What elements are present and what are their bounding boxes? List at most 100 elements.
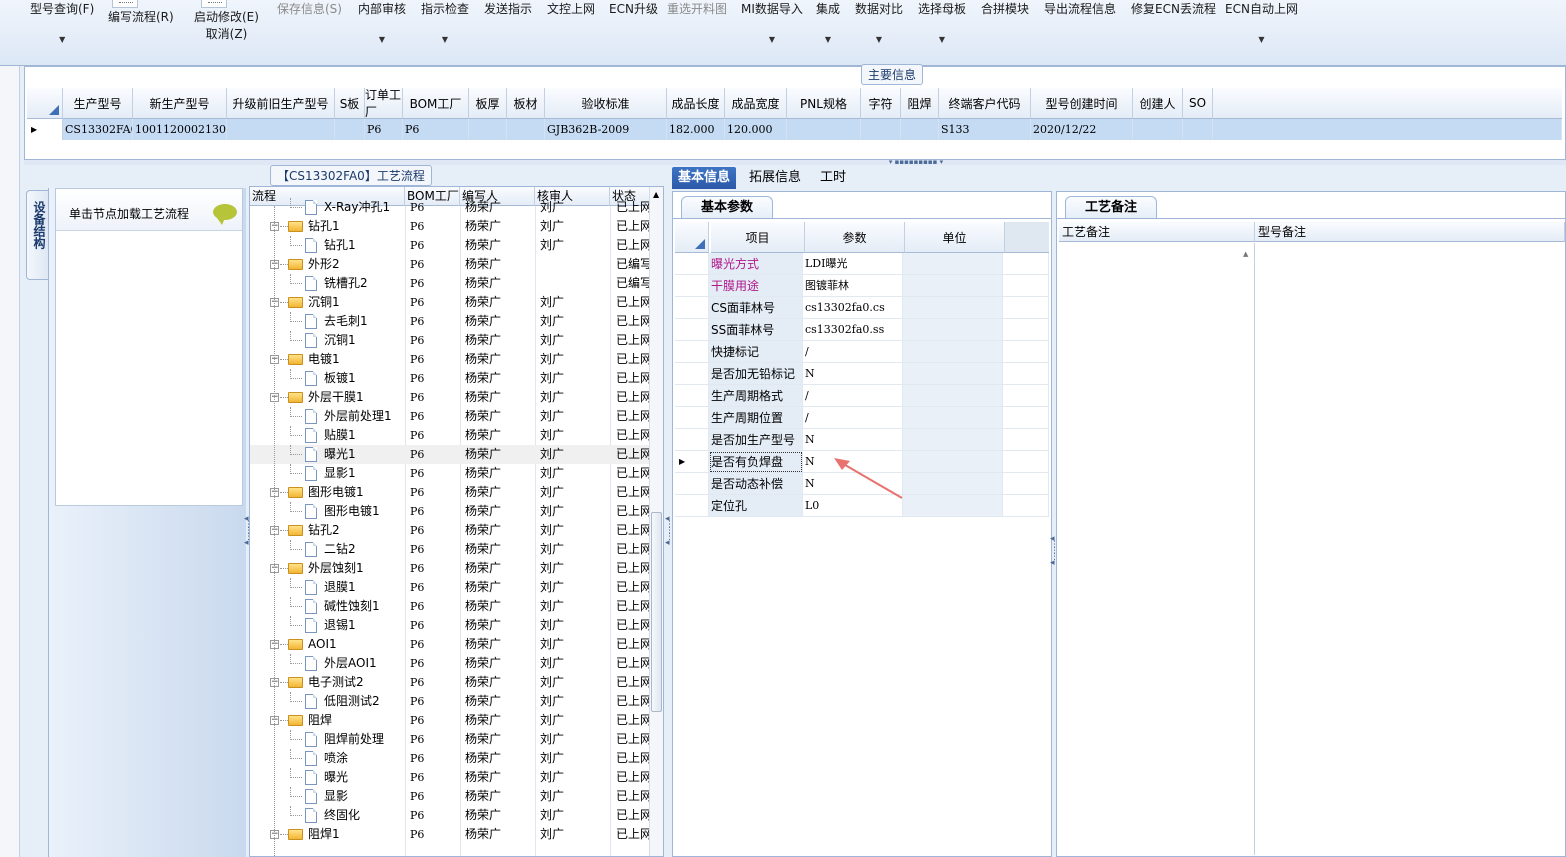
tree-row[interactable]: − 阻焊 P6 杨荣广 刘广 已上网 bbox=[250, 711, 650, 730]
process-remark-header[interactable]: 工艺备注 bbox=[1059, 222, 1255, 242]
param-value-cell[interactable]: N bbox=[803, 363, 903, 385]
tree-row[interactable]: − 电子测试2 P6 杨荣广 刘广 已上网 bbox=[250, 673, 650, 692]
tree-row[interactable]: 图形电镀1 P6 杨荣广 刘广 已上网 bbox=[250, 502, 650, 521]
toolbar-button-16[interactable]: 修复ECN丢流程 bbox=[1131, 0, 1216, 17]
tree-row[interactable]: − 外层干膜1 P6 杨荣广 刘广 已上网 bbox=[250, 388, 650, 407]
toolbar-button-7[interactable]: 文控上网 bbox=[547, 0, 595, 17]
toolbar-button-3[interactable]: 保存信息(S) bbox=[277, 0, 342, 17]
toolbar-button-14[interactable]: 合拼模块 bbox=[981, 0, 1029, 17]
main-info-cell-1[interactable]: 10011200021306 bbox=[133, 119, 227, 140]
param-unit-cell[interactable] bbox=[903, 385, 1003, 407]
toolbar-button-9[interactable]: 重选开料图 bbox=[667, 0, 727, 17]
device-structure-tab[interactable]: 设备结构 bbox=[26, 190, 48, 280]
toolbar-button-15[interactable]: 导出流程信息 bbox=[1044, 0, 1116, 17]
process-remark-input[interactable] bbox=[1059, 243, 1255, 855]
tree-row[interactable]: − 钻孔2 P6 杨荣广 刘广 已上网 bbox=[250, 521, 650, 540]
toolbar-button-0[interactable]: 型号查询(F) ▼ bbox=[30, 0, 94, 45]
param-unit-cell[interactable] bbox=[903, 473, 1003, 495]
param-unit-cell[interactable] bbox=[903, 451, 1003, 473]
tree-row[interactable]: 铣槽孔2 P6 杨荣广 已编写 bbox=[250, 274, 650, 293]
toolbar-button-1[interactable]: 编写流程(R) bbox=[108, 8, 174, 25]
tree-row[interactable]: 显影 P6 杨荣广 刘广 已上网 bbox=[250, 787, 650, 806]
toolbar-button-4[interactable]: 内部审核 ▼ bbox=[358, 0, 406, 45]
column-header-9[interactable]: 成品长度 bbox=[667, 88, 725, 119]
chevron-down-icon[interactable]: ▼ bbox=[816, 35, 840, 45]
main-info-cell-5[interactable]: P6 bbox=[403, 119, 469, 140]
main-info-cell-6[interactable] bbox=[469, 119, 507, 140]
column-header-14[interactable]: 终端客户代码 bbox=[939, 88, 1031, 119]
param-unit-cell[interactable] bbox=[903, 407, 1003, 429]
tree-row[interactable]: 阻焊前处理 P6 杨荣广 刘广 已上网 bbox=[250, 730, 650, 749]
param-row[interactable]: 是否加生产型号 N bbox=[675, 429, 1050, 451]
param-value-cell[interactable]: LDI曝光 bbox=[803, 253, 903, 275]
param-unit-cell[interactable] bbox=[903, 429, 1003, 451]
main-info-cell-8[interactable]: GJB362B-2009 bbox=[545, 119, 667, 140]
tree-row[interactable]: 去毛刺1 P6 杨荣广 刘广 已上网 bbox=[250, 312, 650, 331]
param-row[interactable]: 是否加无铅标记 N bbox=[675, 363, 1050, 385]
column-header-12[interactable]: 字符 bbox=[861, 88, 901, 119]
tree-row[interactable]: 低阻测试2 P6 杨荣广 刘广 已上网 bbox=[250, 692, 650, 711]
main-info-cell-11[interactable] bbox=[787, 119, 861, 140]
column-header-5[interactable]: BOM工厂 bbox=[403, 88, 469, 119]
param-row[interactable]: 生产周期位置 / bbox=[675, 407, 1050, 429]
param-value-cell[interactable]: N bbox=[803, 429, 903, 451]
column-header-6[interactable]: 板厚 bbox=[469, 88, 507, 119]
main-info-cell-12[interactable] bbox=[861, 119, 901, 140]
column-header-15[interactable]: 型号创建时间 bbox=[1031, 88, 1133, 119]
main-info-cell-7[interactable] bbox=[507, 119, 545, 140]
param-row[interactable]: 生产周期格式 / bbox=[675, 385, 1050, 407]
main-info-cell-16[interactable] bbox=[1133, 119, 1183, 140]
scroll-up-icon[interactable]: ▲ bbox=[1243, 250, 1248, 258]
chevron-down-icon[interactable]: ▼ bbox=[1225, 35, 1298, 45]
tree-row[interactable]: − 图形电镀1 P6 杨荣广 刘广 已上网 bbox=[250, 483, 650, 502]
tree-row[interactable]: − 外形2 P6 杨荣广 已编写 bbox=[250, 255, 650, 274]
detail-tab-2[interactable]: 工时 bbox=[814, 167, 852, 189]
tree-row[interactable]: − 钻孔1 P6 杨荣广 刘广 已上网 bbox=[250, 217, 650, 236]
hint-header[interactable]: 单击节点加载工艺流程 bbox=[56, 189, 242, 231]
column-header-10[interactable]: 成品宽度 bbox=[725, 88, 787, 119]
tree-row[interactable]: − AOI1 P6 杨荣广 刘广 已上网 bbox=[250, 635, 650, 654]
column-header-0[interactable]: 生产型号 bbox=[63, 88, 133, 119]
tree-row[interactable]: 二钻2 P6 杨荣广 刘广 已上网 bbox=[250, 540, 650, 559]
column-header-16[interactable]: 创建人 bbox=[1133, 88, 1183, 119]
tree-row[interactable]: − 阻焊1 P6 杨荣广 刘广 已上网 bbox=[250, 825, 650, 844]
tree-row[interactable]: 曝光1 P6 杨荣广 刘广 已上网 bbox=[250, 445, 650, 464]
tree-row[interactable]: − 沉铜1 P6 杨荣广 刘广 已上网 bbox=[250, 293, 650, 312]
main-info-cell-2[interactable] bbox=[227, 119, 335, 140]
chevron-down-icon[interactable]: ▼ bbox=[741, 35, 803, 45]
splitter-grip-icon[interactable]: ◂⋮⋮⋮◂ bbox=[1050, 535, 1059, 568]
column-header-8[interactable]: 验收标准 bbox=[545, 88, 667, 119]
tree-row[interactable]: − 外层蚀刻1 P6 杨荣广 刘广 已上网 bbox=[250, 559, 650, 578]
toolbar-button-10[interactable]: MI数据导入 ▼ bbox=[741, 0, 803, 45]
column-header-11[interactable]: PNL规格 bbox=[787, 88, 861, 119]
param-unit-cell[interactable] bbox=[903, 495, 1003, 517]
chevron-down-icon[interactable]: ▼ bbox=[30, 35, 94, 45]
main-info-cell-15[interactable]: 2020/12/22 bbox=[1031, 119, 1133, 140]
toolbar-button-8[interactable]: ECN升级 bbox=[609, 0, 658, 17]
tree-row[interactable]: 曝光 P6 杨荣广 刘广 已上网 bbox=[250, 768, 650, 787]
model-remark-input[interactable] bbox=[1256, 243, 1564, 855]
main-info-cell-10[interactable]: 120.000 bbox=[725, 119, 787, 140]
param-unit-cell[interactable] bbox=[903, 275, 1003, 297]
remarks-subtab[interactable]: 工艺备注 bbox=[1065, 196, 1157, 218]
main-info-cell-3[interactable] bbox=[335, 119, 365, 140]
param-row[interactable]: 干膜用途 图镀菲林 bbox=[675, 275, 1050, 297]
column-header-4[interactable]: 订单工厂 bbox=[365, 88, 403, 119]
chevron-down-icon[interactable]: ▼ bbox=[421, 35, 469, 45]
basic-params-subtab[interactable]: 基本参数 bbox=[681, 196, 773, 218]
main-info-cell-9[interactable]: 182.000 bbox=[667, 119, 725, 140]
chevron-down-icon[interactable]: ▼ bbox=[918, 35, 966, 45]
tree-row[interactable]: 显影1 P6 杨荣广 刘广 已上网 bbox=[250, 464, 650, 483]
tree-row[interactable]: 碱性蚀刻1 P6 杨荣广 刘广 已上网 bbox=[250, 597, 650, 616]
column-header-2[interactable]: 升级前旧生产型号 bbox=[227, 88, 335, 119]
detail-tab-0[interactable]: 基本信息 bbox=[672, 167, 737, 189]
main-info-cell-4[interactable]: P6 bbox=[365, 119, 403, 140]
param-value-cell[interactable]: / bbox=[803, 407, 903, 429]
tree-row[interactable]: X-Ray冲孔1 P6 杨荣广 刘广 已上网 bbox=[250, 198, 650, 217]
param-unit-cell[interactable] bbox=[903, 341, 1003, 363]
param-unit-cell[interactable] bbox=[903, 297, 1003, 319]
params-column-header-2[interactable]: 单位 bbox=[905, 222, 1005, 253]
param-value-cell[interactable]: cs13302fa0.ss bbox=[803, 319, 903, 341]
tree-row[interactable]: 外层AOI1 P6 杨荣广 刘广 已上网 bbox=[250, 654, 650, 673]
model-remark-header[interactable]: 型号备注 bbox=[1255, 222, 1565, 242]
